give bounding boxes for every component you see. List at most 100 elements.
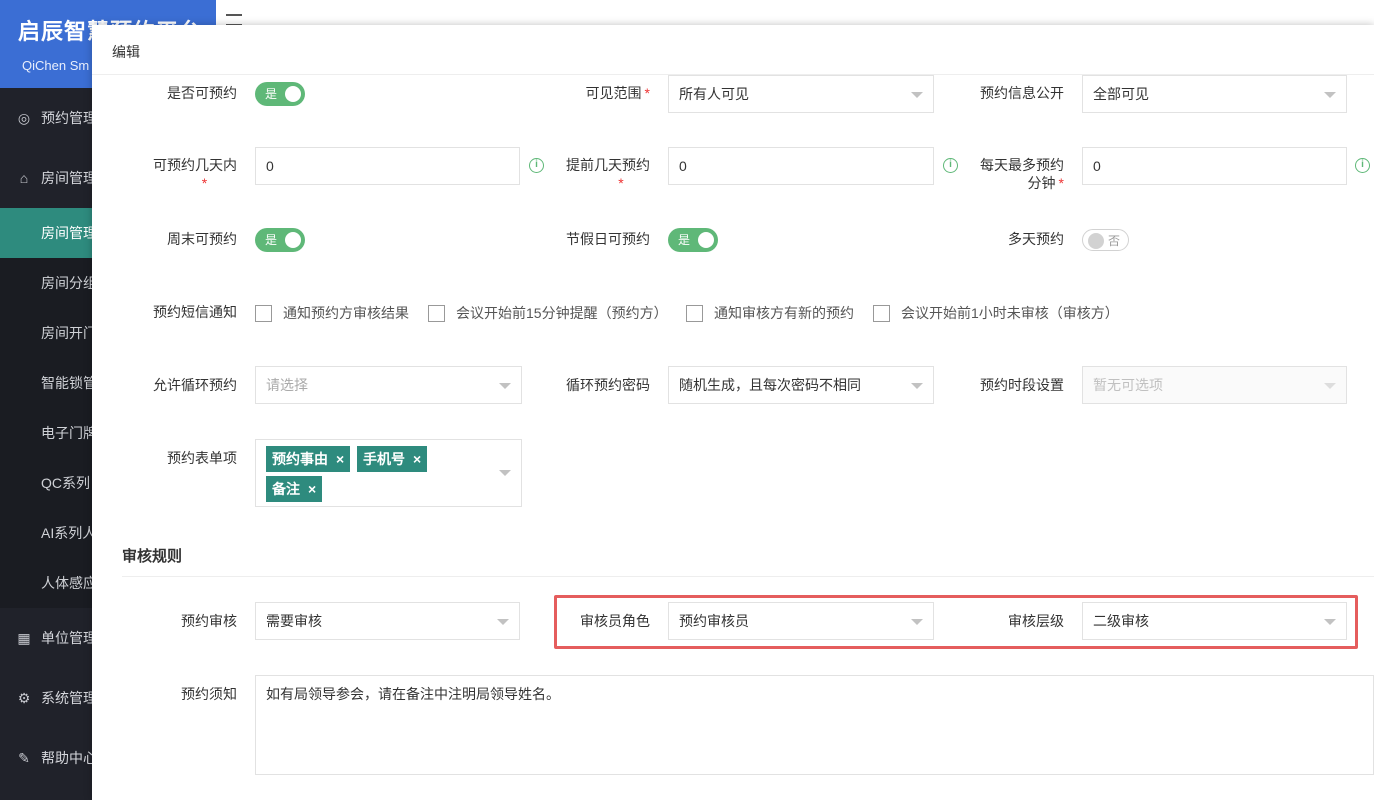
tag-label: 手机号 bbox=[363, 451, 405, 467]
max-minutes-label-line1: 每天最多预约 bbox=[980, 157, 1064, 173]
topbar bbox=[216, 0, 1374, 25]
max-minutes-label-line2-wrap: 分钟 * bbox=[952, 174, 1064, 192]
bookable-switch[interactable]: 是 bbox=[255, 82, 305, 106]
sidebar-group-label: 预约管理 bbox=[41, 110, 97, 126]
recurring-password-value: 随机生成，且每次密码不相同 bbox=[679, 377, 861, 393]
review-level-label: 审核层级 bbox=[1008, 613, 1064, 629]
help-doc-icon: ✎ bbox=[18, 749, 30, 766]
switch-text: 否 bbox=[1107, 234, 1120, 248]
tag-label: 预约事由 bbox=[272, 451, 328, 467]
section-divider bbox=[122, 576, 1374, 577]
days-ahead-label-text: 提前几天预约 bbox=[566, 157, 650, 173]
chevron-down-icon bbox=[1324, 383, 1336, 389]
sms-option-3[interactable]: 通知审核方有新的预约 bbox=[686, 303, 854, 323]
chevron-down-icon bbox=[911, 383, 923, 389]
visible-range-select[interactable]: 所有人可见 bbox=[668, 75, 934, 113]
days-within-input[interactable]: 0 bbox=[255, 147, 520, 185]
form-items-multiselect[interactable]: 预约事由 × 手机号 × 备注 × bbox=[255, 439, 522, 507]
recurring-password-select[interactable]: 随机生成，且每次密码不相同 bbox=[668, 366, 934, 404]
home-icon: ⌂ bbox=[19, 170, 29, 186]
switch-knob bbox=[698, 232, 714, 248]
sms-option-4[interactable]: 会议开始前1小时未审核（审核方） bbox=[873, 303, 1119, 323]
switch-text: 是 bbox=[265, 87, 278, 101]
days-ahead-input[interactable]: 0 bbox=[668, 147, 934, 185]
notice-label: 预约须知 bbox=[181, 686, 237, 702]
close-icon[interactable]: × bbox=[413, 451, 421, 467]
max-minutes-label: 每天最多预约 分钟 * bbox=[952, 156, 1064, 192]
days-within-label: 可预约几天内 * bbox=[132, 156, 237, 192]
reviewer-role-select[interactable]: 预约审核员 bbox=[668, 602, 934, 640]
holiday-label: 节假日可预约 bbox=[566, 231, 650, 247]
time-slot-placeholder: 暂无可选项 bbox=[1093, 377, 1163, 393]
edit-modal: 编辑 是否可预约 是 可见范围 * 所有人可见 预约信息公开 全部可见 可预约几天… bbox=[92, 25, 1374, 800]
tag-label: 备注 bbox=[272, 481, 300, 497]
info-public-select[interactable]: 全部可见 bbox=[1082, 75, 1347, 113]
tag-remark: 备注 × bbox=[266, 476, 323, 502]
info-public-label: 预约信息公开 bbox=[980, 85, 1064, 101]
recurring-password-label: 循环预约密码 bbox=[566, 377, 650, 393]
need-review-value: 需要审核 bbox=[266, 613, 322, 629]
required-mark: * bbox=[618, 175, 624, 191]
form-items-label: 预约表单项 bbox=[167, 450, 237, 466]
switch-text: 是 bbox=[678, 233, 691, 247]
multi-day-label: 多天预约 bbox=[1008, 231, 1064, 247]
multi-day-switch[interactable]: 否 bbox=[1082, 229, 1129, 251]
chevron-down-icon bbox=[911, 619, 923, 625]
max-minutes-label-line2: 分钟 bbox=[1027, 175, 1056, 191]
review-level-value: 二级审核 bbox=[1093, 613, 1149, 629]
close-icon[interactable]: × bbox=[336, 451, 344, 467]
switch-knob bbox=[285, 232, 301, 248]
sms-option-2[interactable]: 会议开始前15分钟提醒（预约方） bbox=[428, 303, 668, 323]
sidebar-group-label: 系统管理 bbox=[41, 690, 97, 706]
notice-textarea[interactable]: 如有局领导参会，请在备注中注明局领导姓名。 bbox=[255, 675, 1374, 775]
tag-reason: 预约事由 × bbox=[266, 446, 351, 472]
checkbox-label: 通知审核方有新的预约 bbox=[714, 305, 854, 321]
recurring-select[interactable]: 请选择 bbox=[255, 366, 522, 404]
eye-icon: ◎ bbox=[17, 109, 31, 126]
chevron-down-icon bbox=[911, 92, 923, 98]
time-slot-select[interactable]: 暂无可选项 bbox=[1082, 366, 1347, 404]
sms-option-1[interactable]: 通知预约方审核结果 bbox=[255, 303, 409, 323]
close-icon[interactable]: × bbox=[308, 481, 316, 497]
reviewer-role-value: 预约审核员 bbox=[679, 613, 749, 629]
checkbox-box[interactable] bbox=[686, 304, 703, 322]
chevron-down-icon bbox=[499, 383, 511, 389]
building-icon: ▦ bbox=[17, 629, 31, 646]
time-slot-label: 预约时段设置 bbox=[980, 377, 1064, 393]
need-review-select[interactable]: 需要审核 bbox=[255, 602, 520, 640]
max-minutes-input[interactable]: 0 bbox=[1082, 147, 1347, 185]
reviewer-role-label: 审核员角色 bbox=[580, 613, 650, 629]
checkbox-label: 通知预约方审核结果 bbox=[283, 305, 409, 321]
switch-knob bbox=[1088, 233, 1104, 249]
review-section-title: 审核规则 bbox=[122, 548, 183, 565]
info-icon[interactable]: i bbox=[1355, 158, 1370, 173]
chevron-down-icon bbox=[497, 619, 509, 625]
recurring-label: 允许循环预约 bbox=[153, 377, 237, 393]
chevron-down-icon bbox=[1324, 619, 1336, 625]
days-ahead-label: 提前几天预约 * bbox=[542, 156, 650, 192]
required-mark: * bbox=[644, 85, 650, 101]
need-review-label: 预约审核 bbox=[181, 613, 237, 629]
modal-title: 编辑 bbox=[92, 25, 1374, 75]
recurring-placeholder: 请选择 bbox=[266, 377, 308, 393]
switch-knob bbox=[285, 86, 301, 102]
sidebar-group-label: 单位管理 bbox=[41, 630, 97, 646]
sidebar-group-label: 帮助中心 bbox=[41, 750, 97, 766]
checkbox-box[interactable] bbox=[255, 304, 272, 322]
sidebar-group-label: 房间管理 bbox=[41, 170, 97, 186]
bookable-label: 是否可预约 bbox=[167, 85, 237, 101]
sms-label: 预约短信通知 bbox=[153, 304, 237, 320]
checkbox-label: 会议开始前1小时未审核（审核方） bbox=[901, 305, 1119, 321]
holiday-switch[interactable]: 是 bbox=[668, 228, 718, 252]
weekend-label: 周末可预约 bbox=[167, 231, 237, 247]
review-level-select[interactable]: 二级审核 bbox=[1082, 602, 1347, 640]
checkbox-label: 会议开始前15分钟提醒（预约方） bbox=[456, 305, 668, 321]
checkbox-box[interactable] bbox=[873, 304, 890, 322]
weekend-switch[interactable]: 是 bbox=[255, 228, 305, 252]
required-mark: * bbox=[1058, 175, 1064, 191]
visible-range-label-text: 可见范围 bbox=[585, 85, 642, 101]
gear-icon: ⚙ bbox=[17, 689, 31, 706]
checkbox-box[interactable] bbox=[428, 304, 445, 322]
switch-text: 是 bbox=[265, 233, 278, 247]
visible-range-label: 可见范围 * bbox=[542, 84, 650, 102]
